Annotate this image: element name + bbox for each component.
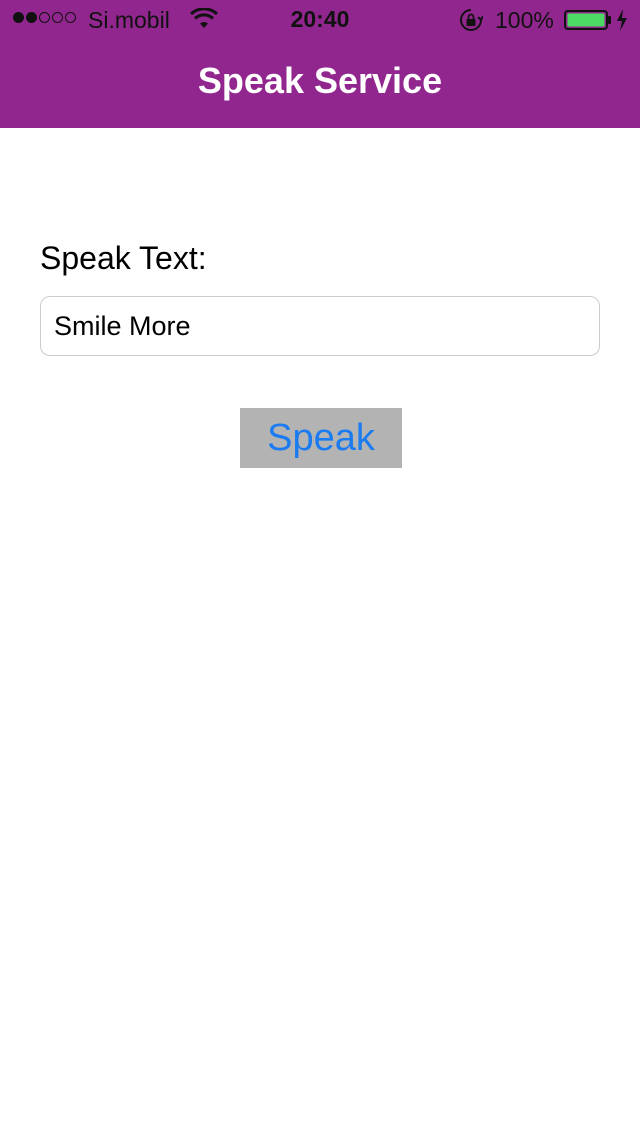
battery-icon: [564, 10, 611, 30]
status-bar: Si.mobil 20:40 100%: [0, 0, 640, 40]
speak-text-input[interactable]: [40, 296, 600, 356]
orientation-lock-icon: [460, 9, 483, 31]
speak-button[interactable]: Speak: [240, 408, 402, 468]
page-title: Speak Service: [197, 60, 443, 101]
battery-percent: 100%: [495, 7, 554, 33]
charging-icon: [617, 9, 627, 31]
header: Si.mobil 20:40 100% Speak Service: [0, 0, 640, 128]
speak-text-label: Speak Text:: [40, 240, 207, 276]
